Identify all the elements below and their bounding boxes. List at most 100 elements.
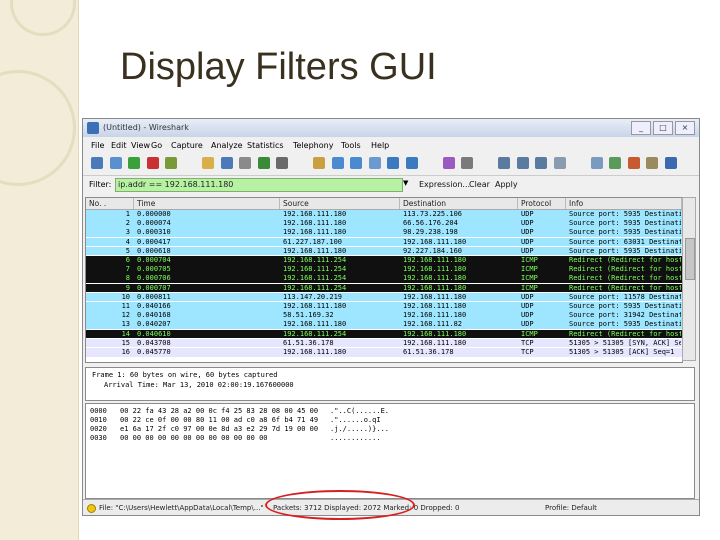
close-file-icon[interactable] — [239, 157, 251, 169]
status-profile[interactable]: Profile: Default — [545, 500, 597, 515]
packet-row[interactable]: 14 0.040610 192.168.111.254 192.168.111.180… — [86, 329, 682, 339]
capture-filters-icon[interactable] — [590, 157, 603, 169]
packet-dst-cell: 192.168.111.180 — [403, 283, 467, 292]
column-header-protocol[interactable]: Protocol — [518, 198, 566, 209]
packet-dst-cell: 61.51.36.178 — [403, 348, 454, 356]
reload-icon[interactable] — [257, 157, 270, 169]
packet-row[interactable]: 9 0.000707 192.168.111.254 192.168.111.180 I… — [86, 283, 682, 293]
go-first-icon[interactable] — [387, 157, 399, 169]
packet-src-cell: 192.168.111.254 — [283, 274, 347, 283]
detail-line[interactable]: Frame 1: 60 bytes on wire, 60 bytes capt… — [92, 371, 277, 380]
hex-off: 0020 — [90, 425, 107, 433]
close-button[interactable]: × — [675, 121, 695, 135]
restart-capture-icon[interactable] — [165, 157, 177, 169]
coloring-rules-icon[interactable] — [627, 157, 640, 169]
zoom-out-icon[interactable] — [516, 157, 529, 169]
column-header-destination[interactable]: Destination — [400, 198, 518, 209]
expression-button[interactable]: Expression... — [419, 180, 470, 189]
packet-time-cell: 0.045770 — [137, 348, 171, 356]
packet-dst-cell: 98.29.238.198 — [403, 228, 458, 237]
packet-dst-cell: 92.227.184.160 — [403, 246, 463, 255]
print-icon[interactable] — [276, 157, 288, 169]
menu-go[interactable]: Go — [151, 141, 162, 150]
packet-row[interactable]: 4 0.000417 61.227.187.100 192.168.111.180 UD… — [86, 237, 682, 247]
column-header-time[interactable]: Time — [134, 198, 280, 209]
packet-time-cell: 0.000811 — [137, 292, 171, 301]
packet-proto-cell: UDP — [521, 302, 534, 310]
open-file-icon[interactable] — [202, 157, 214, 169]
zoom-normal-icon[interactable] — [535, 157, 547, 169]
go-back-icon[interactable] — [331, 157, 344, 169]
packet-list: No. . Time Source Destination Protocol Info 1… — [85, 197, 683, 363]
go-last-icon[interactable] — [405, 157, 418, 169]
packet-row[interactable]: 12 0.040168 58.51.169.32 192.168.111.180 UDP… — [86, 311, 682, 320]
menu-tools[interactable]: Tools — [341, 141, 361, 150]
packet-proto-cell: ICMP — [521, 274, 538, 283]
packet-row[interactable]: 1 0.000000 192.168.111.180 113.73.225.106 UD… — [86, 210, 682, 219]
apply-button[interactable]: Apply — [495, 180, 518, 189]
filter-history-dropdown-icon[interactable]: ▼ — [403, 179, 408, 187]
menu-telephony[interactable]: Telephony — [293, 141, 333, 150]
find-packet-icon[interactable] — [313, 157, 325, 169]
help-icon[interactable] — [664, 157, 677, 169]
packet-list-scrollbar[interactable] — [682, 197, 696, 361]
resize-columns-icon[interactable] — [553, 157, 566, 169]
packet-row[interactable]: 16 0.045770 192.168.111.180 61.51.36.178 TCP… — [86, 348, 682, 357]
zoom-in-icon[interactable] — [498, 157, 510, 169]
packet-time-cell: 0.043708 — [137, 338, 171, 347]
start-capture-icon[interactable] — [128, 157, 140, 169]
menu-file[interactable]: File — [91, 141, 104, 150]
expert-info-icon[interactable] — [87, 504, 96, 513]
packet-src-cell: 61.227.187.100 — [283, 237, 343, 246]
packet-row[interactable]: 13 0.040207 192.168.111.180 192.168.111.82 U… — [86, 320, 682, 329]
menu-statistics[interactable]: Statistics — [247, 141, 284, 150]
minimize-button[interactable]: _ — [631, 121, 651, 135]
stop-capture-icon[interactable] — [146, 157, 159, 169]
packet-src-cell: 192.168.111.254 — [283, 265, 347, 274]
menu-view[interactable]: View — [131, 141, 150, 150]
display-filters-icon[interactable] — [609, 157, 621, 169]
menu-edit[interactable]: Edit — [111, 141, 127, 150]
preferences-icon[interactable] — [646, 157, 658, 169]
packet-row[interactable]: 5 0.000618 192.168.111.180 92.227.184.160 UD… — [86, 246, 682, 256]
clear-button[interactable]: Clear — [469, 180, 490, 189]
packet-row[interactable]: 2 0.000074 192.168.111.180 66.56.176.204 UDP… — [86, 219, 682, 228]
save-file-icon[interactable] — [220, 157, 233, 169]
display-filter-input[interactable]: ip.addr == 192.168.111.180 — [115, 178, 403, 192]
column-header-source[interactable]: Source — [280, 198, 400, 209]
packet-dst-cell: 192.168.111.180 — [403, 302, 467, 310]
menu-analyze[interactable]: Analyze — [211, 141, 243, 150]
packet-src-cell: 192.168.111.180 — [283, 348, 347, 356]
packet-row[interactable]: 11 0.040166 192.168.111.180 192.168.111.180… — [86, 302, 682, 311]
interface-list-icon[interactable] — [91, 157, 103, 169]
go-to-packet-icon[interactable] — [368, 157, 381, 169]
packet-proto-cell: UDP — [521, 246, 534, 255]
packet-row[interactable]: 8 0.000706 192.168.111.254 192.168.111.180 I… — [86, 274, 682, 283]
packet-row[interactable]: 7 0.000705 192.168.111.254 192.168.111.180 I… — [86, 265, 682, 274]
status-file-path: File: "C:\Users\Hewlett\AppData\Local\Te… — [99, 504, 264, 512]
packet-src-cell: 192.168.111.254 — [283, 329, 347, 338]
maximize-button[interactable]: □ — [653, 121, 673, 135]
autoscroll-icon[interactable] — [461, 157, 473, 169]
packet-dst-cell: 192.168.111.180 — [403, 237, 467, 246]
packet-row[interactable]: 6 0.000704 192.168.111.254 192.168.111.180 I… — [86, 256, 682, 265]
packet-list-header: No. . Time Source Destination Protocol Info — [86, 198, 682, 210]
packet-row[interactable]: 3 0.000310 192.168.111.180 98.29.238.198 UDP… — [86, 228, 682, 237]
packet-info-cell: Source port: 31942 Destination port — [569, 311, 681, 320]
packet-info-cell: Redirect (Redirect for host) — [569, 329, 681, 338]
packet-proto-cell: UDP — [521, 237, 534, 246]
column-header-no[interactable]: No. . — [86, 198, 134, 209]
packet-time-cell: 0.000706 — [137, 274, 171, 283]
scrollbar-thumb[interactable] — [685, 238, 695, 280]
packet-row[interactable]: 10 0.000811 113.147.20.219 192.168.111.180 U… — [86, 292, 682, 302]
menu-help[interactable]: Help — [371, 141, 389, 150]
colorize-icon[interactable] — [442, 157, 455, 169]
menu-capture[interactable]: Capture — [171, 141, 203, 150]
column-header-info[interactable]: Info — [566, 198, 682, 209]
capture-options-icon[interactable] — [109, 157, 122, 169]
detail-line[interactable]: Arrival Time: Mar 13, 2010 02:00:19.1676… — [104, 381, 294, 390]
go-forward-icon[interactable] — [350, 157, 362, 169]
packet-proto-cell: ICMP — [521, 329, 538, 338]
packet-dst-cell: 192.168.111.180 — [403, 256, 467, 264]
packet-row[interactable]: 15 0.043708 61.51.36.178 192.168.111.180 TCP… — [86, 338, 682, 348]
